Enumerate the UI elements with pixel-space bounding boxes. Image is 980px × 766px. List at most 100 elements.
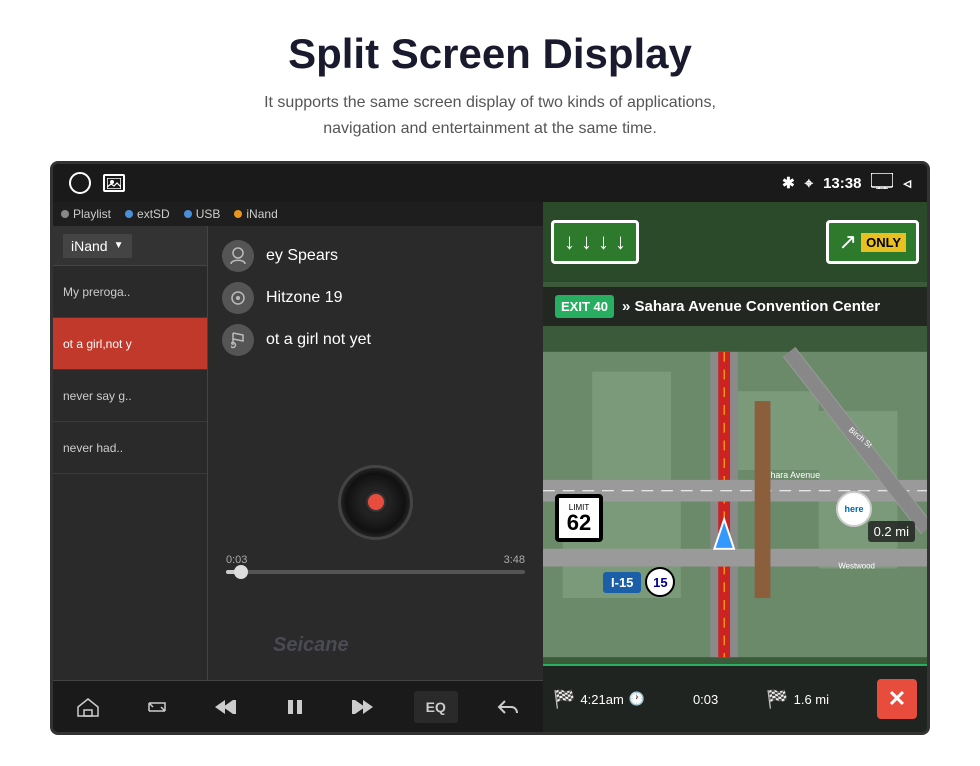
location-icon: ⌖ — [805, 175, 813, 192]
status-right: ✱ ⌖ 13:38 ◃ — [782, 173, 911, 193]
route-shield: 15 — [645, 567, 675, 597]
nav-top-signs: ↓ ↓ ↓ ↓ ↗ ONLY — [543, 202, 927, 282]
tab-usb[interactable]: USB — [184, 207, 221, 221]
dot-usb — [184, 210, 192, 218]
page-title: Split Screen Display — [40, 30, 940, 78]
remaining-distance: 1.6 mi — [794, 692, 829, 707]
tab-extsd-label: extSD — [137, 207, 170, 221]
i15-label: I-15 — [603, 572, 641, 593]
status-time: 13:38 — [823, 175, 861, 192]
progress-thumb[interactable] — [234, 565, 248, 579]
back-button[interactable] — [489, 689, 527, 725]
progress-times: 0:03 3:48 — [226, 554, 525, 566]
storage-selector[interactable]: iNand ▼ — [53, 226, 207, 266]
album-row: Hitzone 19 — [222, 282, 529, 314]
speed-sign: LIMIT 62 — [555, 494, 603, 542]
map-body: Sahara Avenue Birch St Westwood LIMIT 62 — [543, 347, 927, 662]
arrow-down-1: ↓ — [564, 229, 575, 255]
flag-icon-2: 🏁 — [766, 689, 788, 710]
progress-bar[interactable] — [226, 570, 525, 574]
speed-number: 62 — [567, 512, 591, 534]
repeat-button[interactable] — [138, 689, 176, 725]
home-button[interactable] — [69, 689, 107, 725]
playlist-sidebar: iNand ▼ My preroga.. ot a girl,not y nev… — [53, 226, 208, 680]
exit-sign-area: EXIT 40 » Sahara Avenue Convention Cente… — [543, 287, 927, 326]
close-label: ✕ — [888, 686, 906, 712]
status-bar: ✱ ⌖ 13:38 ◃ — [53, 164, 927, 202]
remaining-item: 🏁 1.6 mi — [766, 689, 829, 710]
arrow-down-3: ↓ — [598, 229, 609, 255]
bluetooth-icon: ✱ — [782, 174, 795, 192]
tab-playlist-label: Playlist — [73, 207, 111, 221]
flag-icon-1: 🏁 — [553, 689, 575, 710]
music-player-area: iNand ▼ My preroga.. ot a girl,not y nev… — [53, 226, 543, 680]
playlist-item-2[interactable]: never say g.. — [53, 370, 207, 422]
route-badge: I-15 15 — [603, 567, 675, 597]
track-name: ot a girl not yet — [266, 331, 371, 349]
tab-usb-label: USB — [196, 207, 221, 221]
album-name: Hitzone 19 — [266, 289, 343, 307]
eq-label: EQ — [426, 699, 446, 715]
highway-sign: ↓ ↓ ↓ ↓ — [551, 220, 639, 264]
current-time: 0:03 — [226, 554, 247, 566]
storage-dropdown[interactable]: iNand ▼ — [63, 234, 132, 258]
artist-row: ey Spears — [222, 240, 529, 272]
nav-map: ↓ ↓ ↓ ↓ ↗ ONLY EXIT 40 » Sahara Avenue — [543, 202, 927, 732]
elapsed-time: 0:03 — [693, 692, 718, 707]
vinyl-disc — [338, 465, 413, 540]
svg-text:Westwood: Westwood — [838, 562, 875, 571]
screen-icon — [871, 173, 893, 193]
clock-icon: 🕐 — [629, 691, 645, 707]
eta-time: 4:21am — [580, 692, 623, 707]
device-frame: ✱ ⌖ 13:38 ◃ Playlist — [50, 161, 930, 735]
album-icon — [222, 282, 254, 314]
tab-playlist[interactable]: Playlist — [61, 207, 111, 221]
storage-label: iNand — [71, 238, 108, 254]
nav-close-button[interactable]: ✕ — [877, 679, 917, 719]
dot-playlist — [61, 210, 69, 218]
destination-text: » Sahara Avenue Convention Center — [622, 298, 880, 315]
play-pause-button[interactable] — [277, 689, 313, 725]
music-panel: Playlist extSD USB iNand — [53, 202, 543, 732]
playlist-item-1[interactable]: ot a girl,not y — [53, 318, 207, 370]
playlist-item-3[interactable]: never had.. — [53, 422, 207, 474]
transport-bar: EQ — [53, 680, 543, 732]
exit-badge: EXIT 40 — [555, 295, 614, 318]
artist-name: ey Spears — [266, 247, 338, 265]
nav-panel: ↓ ↓ ↓ ↓ ↗ ONLY EXIT 40 » Sahara Avenue — [543, 202, 927, 732]
dropdown-arrow-icon: ▼ — [114, 240, 124, 251]
main-player: ey Spears Hitzone 19 — [208, 226, 543, 680]
dot-extsd — [125, 210, 133, 218]
arrow-down-2: ↓ — [581, 229, 592, 255]
tab-extsd[interactable]: extSD — [125, 207, 170, 221]
only-arrow-icon: ↗ — [839, 229, 857, 255]
total-time: 3:48 — [504, 554, 525, 566]
nav-bottom-bar: 🏁 4:21am 🕐 0:03 🏁 1.6 mi ✕ — [543, 664, 927, 732]
prev-button[interactable] — [207, 689, 245, 725]
arrow-down-4: ↓ — [615, 229, 626, 255]
tab-inand-label: iNand — [246, 207, 277, 221]
dot-inand — [234, 210, 242, 218]
image-icon — [103, 174, 125, 192]
track-row: ot a girl not yet — [222, 324, 529, 356]
artist-icon — [222, 240, 254, 272]
player-center: 0:03 3:48 — [222, 366, 529, 666]
tab-inand[interactable]: iNand — [234, 207, 277, 221]
main-content: Playlist extSD USB iNand — [53, 202, 927, 732]
distance-display: 0.2 mi — [868, 521, 915, 542]
elapsed-item: 0:03 — [693, 692, 718, 707]
source-tabs: Playlist extSD USB iNand — [53, 202, 543, 226]
circle-icon — [69, 172, 91, 194]
header-subtitle: It supports the same screen display of t… — [40, 90, 940, 141]
playlist-item-0[interactable]: My preroga.. — [53, 266, 207, 318]
here-logo: here — [836, 491, 872, 527]
next-button[interactable] — [344, 689, 382, 725]
vinyl-center — [366, 492, 386, 512]
eta-item: 🏁 4:21am 🕐 — [553, 689, 645, 710]
eq-button[interactable]: EQ — [414, 691, 458, 723]
header-section: Split Screen Display It supports the sam… — [0, 0, 980, 161]
status-left-icons — [69, 172, 125, 194]
progress-area: 0:03 3:48 — [222, 554, 529, 574]
only-sign: ↗ ONLY — [826, 220, 919, 264]
back-arrow-icon: ◃ — [903, 174, 911, 192]
